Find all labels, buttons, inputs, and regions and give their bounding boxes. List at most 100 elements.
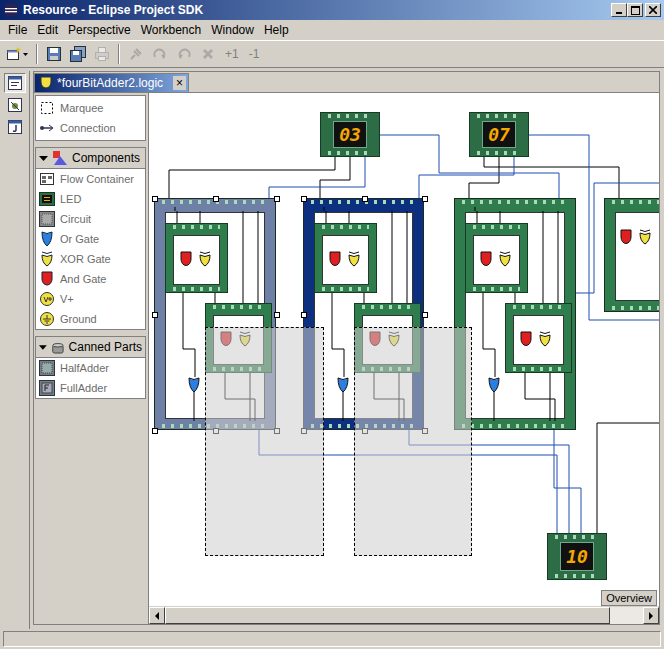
diagram-canvas[interactable]: 030710 <box>149 93 659 606</box>
palette-item[interactable]: Flow Container <box>36 169 145 189</box>
wire[interactable] <box>215 293 216 303</box>
forward-button[interactable] <box>149 43 171 65</box>
drawer-header[interactable]: Components <box>36 148 145 169</box>
menu-item[interactable]: Help <box>259 23 294 37</box>
minimize-button[interactable] <box>611 3 627 17</box>
wire[interactable] <box>477 211 478 223</box>
wire[interactable] <box>320 157 350 198</box>
palette-item[interactable]: LED <box>36 189 145 209</box>
circuit[interactable] <box>454 198 576 430</box>
selection-handle[interactable] <box>301 312 307 318</box>
and-gate-icon[interactable] <box>520 331 532 347</box>
or-gate-icon[interactable] <box>337 377 349 393</box>
wire[interactable] <box>183 293 195 377</box>
tab-close-button[interactable]: × <box>173 76 186 90</box>
toolbar-text-button[interactable]: +1 <box>221 47 243 61</box>
wire[interactable] <box>194 391 195 421</box>
led-display[interactable]: 10 <box>547 533 607 580</box>
xor-gate-icon[interactable] <box>639 229 651 245</box>
menu-item[interactable]: Window <box>206 23 259 37</box>
wire[interactable] <box>269 157 365 198</box>
wire[interactable] <box>349 211 350 223</box>
palette-item[interactable]: HalfAdder <box>36 358 145 378</box>
selection-handle[interactable] <box>274 312 280 318</box>
menu-item[interactable]: Edit <box>32 23 63 37</box>
or-gate-icon[interactable] <box>188 377 200 393</box>
selection-handle[interactable] <box>152 312 158 318</box>
pin-button[interactable] <box>125 43 147 65</box>
wire[interactable] <box>550 373 551 421</box>
wire[interactable] <box>525 373 555 421</box>
led-display[interactable]: 07 <box>469 112 529 157</box>
wire[interactable] <box>243 211 244 303</box>
overview-label[interactable]: Overview <box>601 590 657 606</box>
toolbar-text-button[interactable]: -1 <box>245 47 264 61</box>
wire[interactable] <box>554 430 581 533</box>
new-button[interactable] <box>3 43 31 65</box>
wire[interactable] <box>500 211 501 223</box>
wire[interactable] <box>324 207 325 211</box>
wire[interactable] <box>392 211 393 303</box>
selection-handle[interactable] <box>274 196 280 202</box>
wire[interactable] <box>326 211 327 223</box>
wire[interactable] <box>258 211 259 303</box>
wire[interactable] <box>494 391 495 421</box>
palette-item[interactable]: Or Gate <box>36 229 145 249</box>
wire[interactable] <box>543 211 544 303</box>
palette-item[interactable]: FullAdder <box>36 378 145 398</box>
wire[interactable] <box>475 207 476 211</box>
delete-button[interactable] <box>197 43 219 65</box>
wire[interactable] <box>558 211 559 303</box>
close-button[interactable] <box>645 3 661 17</box>
and-gate-icon[interactable] <box>329 251 341 267</box>
menu-item[interactable]: Workbench <box>136 23 206 37</box>
or-gate-icon[interactable] <box>488 377 500 393</box>
selection-handle[interactable] <box>422 196 428 202</box>
wire[interactable] <box>200 211 201 223</box>
scroll-thumb[interactable] <box>165 607 610 624</box>
half-adder[interactable] <box>465 223 528 293</box>
palette-item[interactable]: Circuit <box>36 209 145 229</box>
xor-gate-icon[interactable] <box>199 251 211 267</box>
selection-handle[interactable] <box>362 196 368 202</box>
xor-gate-icon[interactable] <box>348 251 360 267</box>
selection-handle[interactable] <box>301 196 307 202</box>
selection-handle[interactable] <box>422 312 428 318</box>
back-button[interactable] <box>173 43 195 65</box>
selection-handle[interactable] <box>152 196 158 202</box>
and-gate-icon[interactable] <box>180 251 192 267</box>
wire[interactable] <box>469 157 499 198</box>
saveall-button[interactable] <box>67 43 89 65</box>
wire[interactable] <box>332 293 344 377</box>
menu-item[interactable]: Perspective <box>63 23 136 37</box>
wire[interactable] <box>419 157 514 198</box>
perspective-button[interactable] <box>4 95 26 115</box>
horizontal-scrollbar[interactable] <box>149 606 659 624</box>
wire[interactable] <box>177 211 178 223</box>
save-button[interactable] <box>43 43 65 65</box>
wire[interactable] <box>407 211 408 303</box>
selection-handle[interactable] <box>213 196 219 202</box>
wire[interactable] <box>175 207 176 211</box>
wire[interactable] <box>597 423 659 533</box>
scroll-track[interactable] <box>165 607 643 624</box>
wire[interactable] <box>484 157 619 198</box>
selection-handle[interactable] <box>152 428 158 434</box>
wire[interactable] <box>483 293 495 377</box>
half-adder[interactable] <box>505 303 572 373</box>
palette-item[interactable]: And Gate <box>36 269 145 289</box>
palette-tool[interactable]: Connection <box>36 118 145 138</box>
wire[interactable] <box>169 157 335 198</box>
xor-gate-icon[interactable] <box>499 251 511 267</box>
and-gate-icon[interactable] <box>480 251 492 267</box>
scroll-right-button[interactable] <box>643 607 659 624</box>
palette-item[interactable]: Ground <box>36 309 145 329</box>
palette-item[interactable]: XOR Gate <box>36 249 145 269</box>
perspective-button[interactable] <box>4 117 26 137</box>
print-button[interactable] <box>91 43 113 65</box>
and-gate-icon[interactable] <box>620 229 632 245</box>
palette-item[interactable]: V+ <box>36 289 145 309</box>
drawer-header[interactable]: Canned Parts <box>36 337 145 358</box>
circuit[interactable] <box>604 198 659 312</box>
scroll-left-button[interactable] <box>149 607 165 624</box>
